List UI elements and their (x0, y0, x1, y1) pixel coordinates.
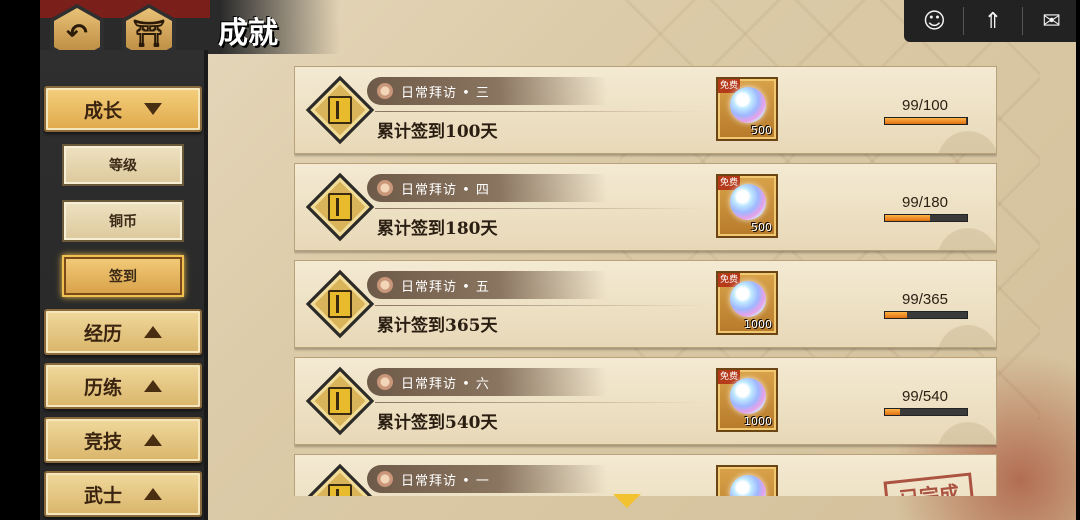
chevron-up-icon (144, 434, 162, 446)
divider (375, 208, 705, 209)
top-right-toolbar: ☺ ⇑ ✉ (904, 0, 1076, 42)
category-experience[interactable]: 经历 (44, 309, 202, 355)
progress-text: 99/180 (902, 194, 948, 211)
progress-fill (885, 312, 908, 318)
achievement-desc: 累计签到100天 (377, 122, 498, 142)
category-label: 经历 (83, 322, 122, 345)
flower-icon (377, 83, 393, 99)
divider (375, 111, 705, 112)
toolbar-divider (1021, 7, 1023, 35)
category-training[interactable]: 历练 (44, 363, 202, 409)
completed-stamp: 已完成 (883, 472, 975, 496)
sub-item-coins[interactable]: 铜币 (62, 200, 184, 242)
book-icon (328, 484, 352, 496)
book-icon (328, 387, 352, 415)
page-title: 成就 (218, 16, 278, 51)
achievement-tag: 日常拜访 • 五 (367, 271, 607, 299)
category-sidebar: 成长 等级 铜币 签到 经历 历练 竞技 武士 (40, 50, 208, 520)
toolbar-divider (963, 7, 965, 35)
category-samurai[interactable]: 武士 (44, 471, 202, 517)
progress-text: 99/365 (902, 291, 948, 308)
book-icon (328, 290, 352, 318)
achievement-card: 日常拜访 • 一 已完成 (294, 454, 997, 496)
achievement-desc: 累计签到365天 (377, 316, 498, 336)
divider (375, 402, 705, 403)
flower-icon (377, 277, 393, 293)
chevron-up-icon (144, 488, 162, 500)
sub-item-label: 签到 (109, 269, 137, 285)
reward-item[interactable]: 免费 500 (716, 174, 778, 238)
left-screen-edge (0, 0, 40, 520)
sub-item-label: 等级 (109, 158, 137, 174)
tag-text: 日常拜访 • 五 (401, 279, 490, 295)
right-screen-edge (1076, 0, 1080, 520)
achievement-card: 日常拜访 • 五 累计签到365天 免费 1000 99/365 (294, 260, 997, 348)
game-screen: ↶ ⛩ 成就 ☺ ⇑ ✉ 成长 等级 铜币 签到 经历 历练 竞技 武士 日常拜… (0, 0, 1080, 520)
mail-icon[interactable]: ✉ (1032, 4, 1072, 38)
achievement-tag: 日常拜访 • 三 (367, 77, 607, 105)
tag-text: 日常拜访 • 一 (401, 473, 490, 489)
achievement-card: 日常拜访 • 四 累计签到180天 免费 500 99/180 (294, 163, 997, 251)
sub-item-label: 铜币 (109, 214, 137, 230)
chevron-up-icon (144, 326, 162, 338)
reward-item[interactable] (716, 465, 778, 496)
flower-icon (377, 471, 393, 487)
achievement-tag: 日常拜访 • 一 (367, 465, 607, 493)
tag-text: 日常拜访 • 四 (401, 182, 490, 198)
progress-bar (884, 408, 968, 416)
achievement-desc: 累计签到180天 (377, 219, 498, 239)
category-label: 武士 (83, 484, 122, 507)
category-label: 历练 (83, 376, 122, 399)
achievement-tag: 日常拜访 • 四 (367, 174, 607, 202)
progress-fill (885, 215, 931, 221)
progress-fill (885, 118, 967, 124)
progress-bar (884, 311, 968, 319)
category-label: 成长 (83, 99, 122, 122)
progress-bar (884, 214, 968, 222)
crystal-icon (730, 281, 766, 317)
scroll-down-icon[interactable] (613, 494, 641, 508)
achievement-card: 日常拜访 • 三 累计签到100天 免费 500 99/100 (294, 66, 997, 154)
category-arena[interactable]: 竞技 (44, 417, 202, 463)
crystal-icon (730, 475, 766, 496)
progress-bar (884, 117, 968, 125)
achievement-list[interactable]: 日常拜访 • 三 累计签到100天 免费 500 99/100 日常拜访 • 四… (294, 66, 997, 496)
reward-item[interactable]: 免费 500 (716, 77, 778, 141)
progress-fill (885, 409, 900, 415)
flower-icon (377, 180, 393, 196)
category-label: 竞技 (83, 430, 122, 453)
reward-item[interactable]: 免费 1000 (716, 271, 778, 335)
reward-item[interactable]: 免费 1000 (716, 368, 778, 432)
chevron-down-icon (144, 103, 162, 115)
reward-qty: 1000 (744, 318, 772, 331)
crystal-icon (730, 378, 766, 414)
category-growth[interactable]: 成长 (44, 86, 202, 132)
character-icon[interactable]: ☺ (914, 4, 954, 38)
reward-qty: 500 (751, 124, 772, 137)
divider (375, 305, 705, 306)
chevron-up-icon (144, 380, 162, 392)
sub-item-level[interactable]: 等级 (62, 144, 184, 186)
progress-text: 99/540 (902, 388, 948, 405)
reward-qty: 500 (751, 221, 772, 234)
reward-qty: 1000 (744, 415, 772, 428)
crystal-icon (730, 184, 766, 220)
progress-text: 99/100 (902, 97, 948, 114)
achievement-tag: 日常拜访 • 六 (367, 368, 607, 396)
sub-item-checkin[interactable]: 签到 (62, 255, 184, 297)
flower-icon (377, 374, 393, 390)
achievement-card: 日常拜访 • 六 累计签到540天 免费 1000 99/540 (294, 357, 997, 445)
book-icon (328, 193, 352, 221)
tag-text: 日常拜访 • 三 (401, 85, 490, 101)
upload-icon[interactable]: ⇑ (973, 4, 1013, 38)
book-icon (328, 96, 352, 124)
tag-text: 日常拜访 • 六 (401, 376, 490, 392)
crystal-icon (730, 87, 766, 123)
achievement-desc: 累计签到540天 (377, 413, 498, 433)
